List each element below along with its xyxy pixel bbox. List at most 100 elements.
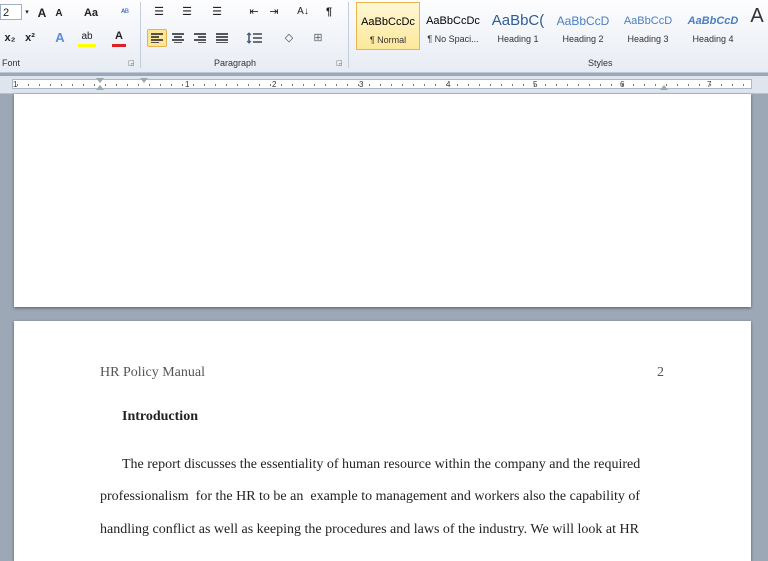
numbering-button[interactable]: ☰	[178, 3, 196, 21]
ruler-tick	[677, 84, 678, 86]
grow-font-button[interactable]: A	[35, 4, 49, 22]
ruler-tick	[303, 84, 304, 86]
style-preview: AaBbCcD	[556, 14, 610, 28]
ruler-tick	[732, 84, 733, 86]
ruler-tick	[28, 84, 29, 86]
ruler-tick	[699, 84, 700, 86]
shrink-font-button[interactable]: A	[53, 5, 65, 23]
ruler-tick	[325, 84, 326, 86]
ruler-tick	[72, 84, 73, 86]
align-left-icon	[151, 33, 163, 44]
justify-icon	[216, 33, 228, 44]
line-spacing-button[interactable]	[243, 29, 265, 47]
style-name: Heading 3	[627, 34, 669, 44]
group-divider	[140, 2, 141, 68]
ruler-number: 3	[359, 80, 364, 89]
ruler-tick	[490, 84, 491, 86]
document-page[interactable]	[14, 94, 751, 307]
highlight-button[interactable]: ab	[78, 29, 96, 47]
subscript-button[interactable]: x₂	[2, 29, 18, 47]
align-right-icon	[194, 33, 206, 44]
ruler-tick	[127, 84, 128, 86]
align-center-button[interactable]	[169, 29, 187, 47]
ruler-tick	[512, 84, 513, 86]
style-no-spacing[interactable]: AaBbCcDc ¶ No Spaci...	[421, 2, 485, 50]
ruler-tick	[50, 84, 51, 86]
ruler-tick	[94, 84, 95, 86]
ruler-tick	[369, 84, 370, 86]
ruler-tick	[171, 84, 172, 86]
bullets-button[interactable]: ☰	[150, 3, 168, 21]
style-name: Heading 2	[562, 34, 604, 44]
shading-button[interactable]: ◇	[280, 29, 298, 47]
ruler-tick	[567, 84, 568, 86]
ribbon: 2 ▾ A A Aa ᴬᴮ x₂ x² A ab A Font ◲ ☰ ☰ ☰ …	[0, 0, 768, 73]
font-size-box[interactable]: 2	[0, 4, 22, 20]
style-preview: AaBbC(	[491, 12, 545, 29]
justify-button[interactable]	[213, 29, 231, 47]
ruler-tick	[83, 84, 84, 86]
change-case-button[interactable]: Aa	[80, 4, 102, 22]
style-normal[interactable]: AaBbCcDc ¶ Normal	[356, 2, 420, 50]
style-preview: A	[750, 5, 764, 27]
horizontal-ruler: 1 1 2 3 4 5 6 7	[0, 76, 768, 94]
ruler-tick	[61, 84, 62, 86]
paragraph-line: handling conflict as well as keeping the…	[100, 522, 639, 537]
ruler-number: 1	[185, 80, 190, 89]
style-title[interactable]: A	[746, 2, 768, 50]
font-color-button[interactable]: A	[112, 29, 126, 47]
ruler-tick	[292, 84, 293, 86]
left-indent-marker-icon[interactable]	[96, 78, 104, 83]
ruler-tick	[314, 84, 315, 86]
ruler-tick	[237, 84, 238, 86]
font-size-value: 2	[3, 7, 10, 19]
font-size-dropdown-icon[interactable]: ▾	[23, 4, 31, 22]
ruler-tick	[479, 84, 480, 86]
ruler-tick	[193, 84, 194, 86]
sort-button[interactable]: A↓	[294, 3, 312, 21]
paragraph-dialog-launcher-icon[interactable]: ◲	[336, 59, 343, 67]
style-name: ¶ No Spaci...	[427, 34, 479, 44]
style-preview: AaBbCcD	[623, 15, 673, 27]
right-indent-marker-icon[interactable]	[660, 85, 668, 90]
first-line-indent-marker-icon[interactable]	[140, 78, 148, 83]
ruler-tick	[523, 84, 524, 86]
ruler-tick	[545, 84, 546, 86]
line-spacing-icon	[246, 32, 262, 44]
paragraph-line: The report discusses the essentiality of…	[122, 457, 641, 472]
decrease-indent-button[interactable]: ⇤	[246, 3, 262, 21]
increase-indent-button[interactable]: ⇥	[266, 3, 282, 21]
style-heading-4[interactable]: AaBbCcD Heading 4	[681, 2, 745, 50]
ruler-tick	[644, 84, 645, 86]
ruler-tick	[622, 84, 623, 86]
font-dialog-launcher-icon[interactable]: ◲	[128, 59, 135, 67]
ruler-tick	[721, 84, 722, 86]
ruler-tick	[391, 84, 392, 86]
multilevel-list-button[interactable]: ☰	[208, 3, 226, 21]
style-heading-3[interactable]: AaBbCcD Heading 3	[616, 2, 680, 50]
style-heading-2[interactable]: AaBbCcD Heading 2	[551, 2, 615, 50]
section-heading: Introduction	[122, 409, 198, 424]
show-marks-button[interactable]: ¶	[322, 3, 336, 21]
document-page[interactable]: HR Policy Manual 2 Introduction The repo…	[14, 321, 751, 561]
text-effects-button[interactable]: A	[52, 29, 68, 47]
ruler-tick	[380, 84, 381, 86]
left-indent-marker-icon[interactable]	[96, 85, 104, 90]
ruler-tick	[446, 84, 447, 86]
ruler-tick	[204, 84, 205, 86]
ruler-tick	[215, 84, 216, 86]
style-preview: AaBbCcD	[687, 15, 739, 27]
style-heading-1[interactable]: AaBbC( Heading 1	[486, 2, 550, 50]
ruler-tick	[281, 84, 282, 86]
font-group-label: Font	[2, 58, 21, 68]
ruler-tick	[39, 84, 40, 86]
align-right-button[interactable]	[191, 29, 209, 47]
page-number: 2	[657, 365, 664, 380]
ruler-tick	[457, 84, 458, 86]
spelling-icon[interactable]: ᴬᴮ	[116, 3, 134, 21]
superscript-button[interactable]: x²	[22, 29, 38, 47]
ruler-tick	[138, 84, 139, 86]
ruler-tick	[633, 84, 634, 86]
align-left-button[interactable]	[147, 29, 167, 47]
borders-button[interactable]: ⊞	[309, 29, 327, 47]
